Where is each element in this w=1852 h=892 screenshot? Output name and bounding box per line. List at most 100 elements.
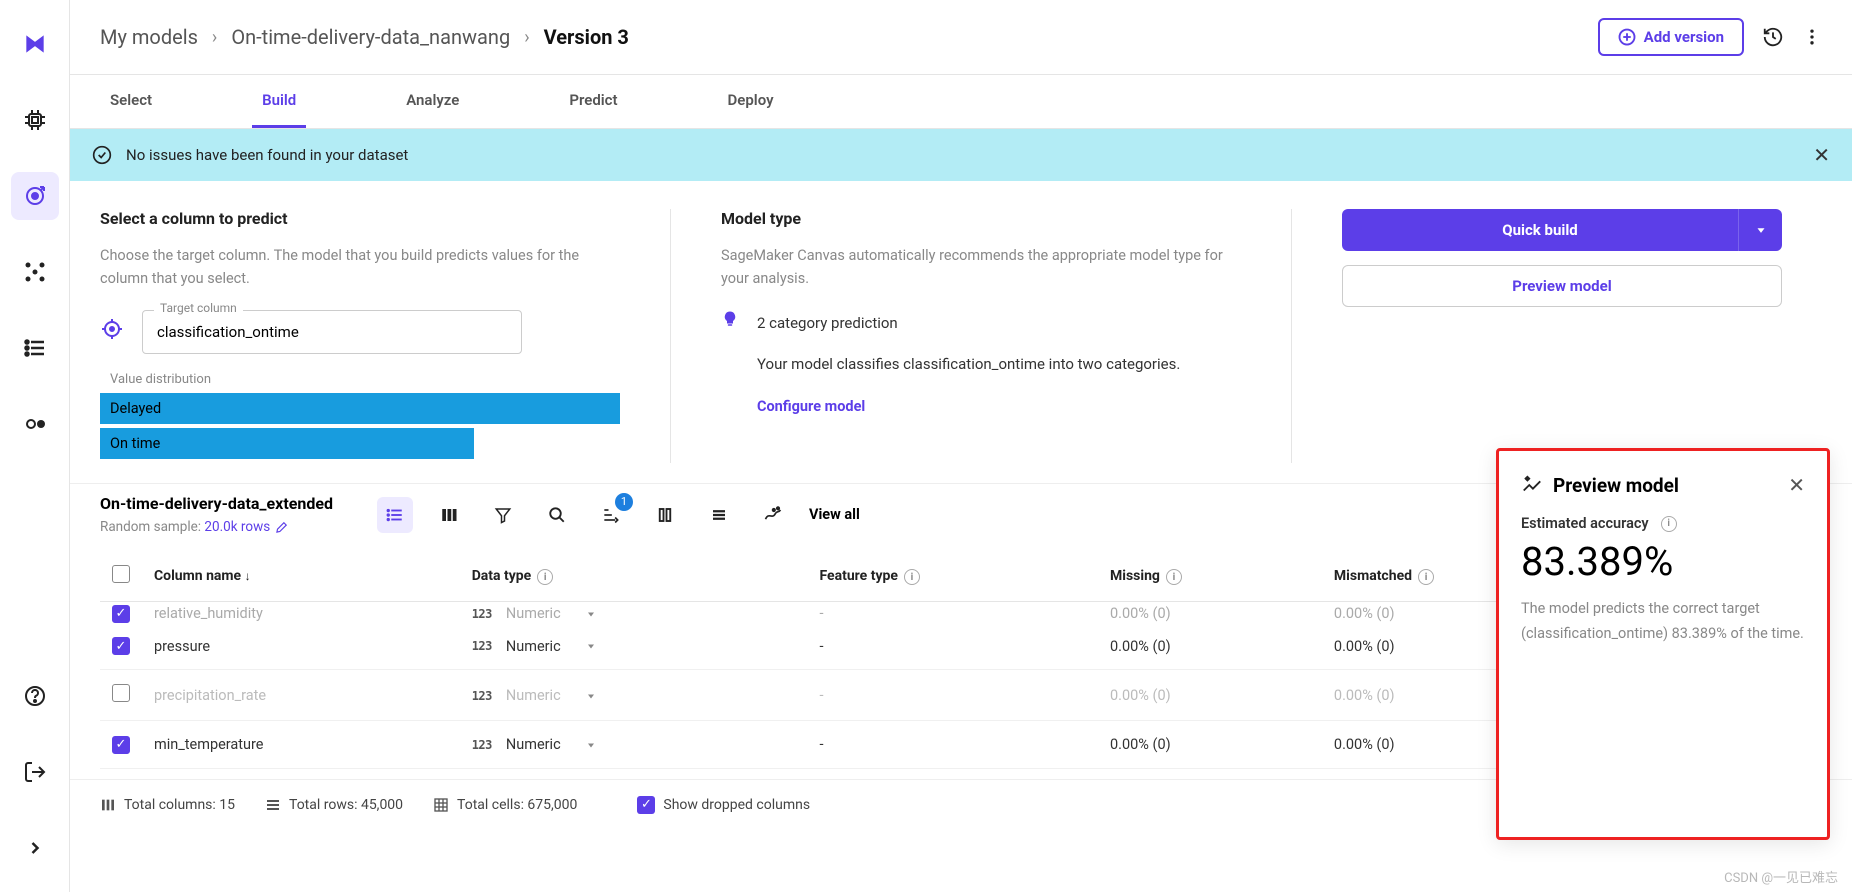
chevron-icon: › xyxy=(212,27,217,48)
total-rows: Total rows: 45,000 xyxy=(265,797,403,813)
chevron-icon: › xyxy=(524,27,529,48)
info-icon: i xyxy=(537,569,553,585)
tab-analyze[interactable]: Analyze xyxy=(396,75,469,128)
column-name: relative_humidity xyxy=(142,602,460,623)
quick-build-dropdown[interactable] xyxy=(1738,209,1782,251)
col-type-header: Data typei xyxy=(460,551,808,602)
target-column-input[interactable] xyxy=(142,310,522,354)
accuracy-label: Estimated accuracyi xyxy=(1521,515,1805,532)
accuracy-value: 83.389% xyxy=(1521,538,1805,585)
value-dist-label: Value distribution xyxy=(110,372,620,387)
close-icon[interactable]: ✕ xyxy=(1813,143,1830,167)
target-title: Select a column to predict xyxy=(100,209,620,228)
model-category: 2 category prediction xyxy=(757,310,1180,337)
info-icon: i xyxy=(1166,569,1182,585)
add-version-label: Add version xyxy=(1644,28,1724,46)
watermark: CSDN @一见已难忘 xyxy=(1724,867,1838,886)
col-name-header[interactable]: Column name ↓ xyxy=(142,551,460,602)
lightbulb-icon xyxy=(721,310,741,378)
col-feat-header: Feature typei xyxy=(808,551,1099,602)
list-icon[interactable] xyxy=(11,324,59,372)
help-icon[interactable] xyxy=(11,672,59,720)
missing-value: 0.00% (0) xyxy=(1098,721,1322,769)
add-version-button[interactable]: Add version xyxy=(1598,18,1744,56)
column-name: min_temperature xyxy=(142,721,460,769)
logo-icon[interactable] xyxy=(11,20,59,68)
header: My models › On-time-delivery-data_nanwan… xyxy=(70,0,1852,75)
sample-link[interactable]: 20.0k rows xyxy=(204,519,270,535)
target-column-section: Select a column to predict Choose the ta… xyxy=(100,209,620,463)
row-checkbox[interactable] xyxy=(112,684,130,702)
column-name: pressure xyxy=(142,623,460,670)
accuracy-desc: The model predicts the correct target (c… xyxy=(1521,597,1805,646)
main-area: My models › On-time-delivery-data_nanwan… xyxy=(70,0,1852,892)
breadcrumb-model[interactable]: On-time-delivery-data_nanwang xyxy=(231,25,510,49)
breadcrumb-version: Version 3 xyxy=(544,25,629,49)
preview-model-button[interactable]: Preview model xyxy=(1342,265,1782,307)
breadcrumb: My models › On-time-delivery-data_nanwan… xyxy=(100,25,629,49)
network-icon[interactable] xyxy=(11,248,59,296)
history-icon[interactable] xyxy=(1762,26,1784,48)
logout-icon[interactable] xyxy=(11,748,59,796)
model-type-title: Model type xyxy=(721,209,1241,228)
preview-title: Preview model xyxy=(1553,474,1679,497)
configure-model-link[interactable]: Configure model xyxy=(757,398,1241,415)
column-name: precipitation_rate xyxy=(142,670,460,721)
view-all-link[interactable]: View all xyxy=(809,506,860,523)
breadcrumb-root[interactable]: My models xyxy=(100,25,198,49)
missing-value: 0.00% (0) xyxy=(1098,602,1322,623)
dataset-sample: Random sample: 20.0k rows xyxy=(100,519,333,535)
crosshair-icon xyxy=(100,317,124,347)
filter-icon[interactable] xyxy=(485,497,521,533)
model-desc: Your model classifies classification_ont… xyxy=(757,351,1180,378)
tab-build[interactable]: Build xyxy=(252,75,306,128)
preview-model-panel: Preview model ✕ Estimated accuracyi 83.3… xyxy=(1496,448,1830,840)
data-type-select[interactable]: 123Numeric xyxy=(472,736,597,753)
info-icon: i xyxy=(904,569,920,585)
columns-icon[interactable] xyxy=(647,497,683,533)
tab-deploy[interactable]: Deploy xyxy=(718,75,784,128)
tab-select[interactable]: Select xyxy=(100,75,162,128)
col-missing-header: Missingi xyxy=(1098,551,1322,602)
row-checkbox[interactable] xyxy=(112,637,130,655)
distribution-bar: On time xyxy=(100,428,474,459)
info-icon: i xyxy=(1418,569,1434,585)
info-icon: i xyxy=(1661,516,1677,532)
feature-type: - xyxy=(808,670,1099,721)
target-subtitle: Choose the target column. The model that… xyxy=(100,244,620,290)
info-banner: No issues have been found in your datase… xyxy=(70,129,1852,181)
quick-build-button[interactable]: Quick build xyxy=(1342,209,1738,251)
chip-icon[interactable] xyxy=(11,96,59,144)
banner-text: No issues have been found in your datase… xyxy=(126,146,408,164)
list-view-icon[interactable] xyxy=(377,497,413,533)
feature-type: - xyxy=(808,721,1099,769)
expand-sidebar-icon[interactable] xyxy=(11,824,59,872)
dataset-name: On-time-delivery-data_extended xyxy=(100,494,333,513)
tabs: Select Build Analyze Predict Deploy xyxy=(70,75,1852,129)
kebab-icon[interactable] xyxy=(1802,27,1822,47)
show-dropped-toggle[interactable]: Show dropped columns xyxy=(637,796,810,814)
rows-icon[interactable] xyxy=(701,497,737,533)
target-input-label: Target column xyxy=(154,301,243,315)
feature-type: - xyxy=(808,602,1099,623)
data-type-select[interactable]: 123Numeric xyxy=(472,687,597,704)
distribution-bar: Delayed xyxy=(100,393,620,424)
build-actions: Quick build Preview model xyxy=(1342,209,1782,463)
row-checkbox[interactable] xyxy=(112,736,130,754)
close-icon[interactable]: ✕ xyxy=(1788,473,1805,497)
sparkle-trend-icon xyxy=(1521,474,1543,496)
steps-icon[interactable] xyxy=(593,497,629,533)
model-type-sub: SageMaker Canvas automatically recommend… xyxy=(721,244,1241,290)
target-nav-icon[interactable] xyxy=(11,172,59,220)
grid-view-icon[interactable] xyxy=(431,497,467,533)
search-icon[interactable] xyxy=(539,497,575,533)
data-type-select[interactable]: 123Numeric xyxy=(472,605,597,622)
select-all-checkbox[interactable] xyxy=(112,565,130,583)
row-checkbox[interactable] xyxy=(112,605,130,623)
missing-value: 0.00% (0) xyxy=(1098,623,1322,670)
tab-predict[interactable]: Predict xyxy=(559,75,627,128)
data-type-select[interactable]: 123Numeric xyxy=(472,638,597,655)
missing-value: 0.00% (0) xyxy=(1098,670,1322,721)
record-icon[interactable] xyxy=(11,400,59,448)
trend-icon[interactable] xyxy=(755,497,791,533)
